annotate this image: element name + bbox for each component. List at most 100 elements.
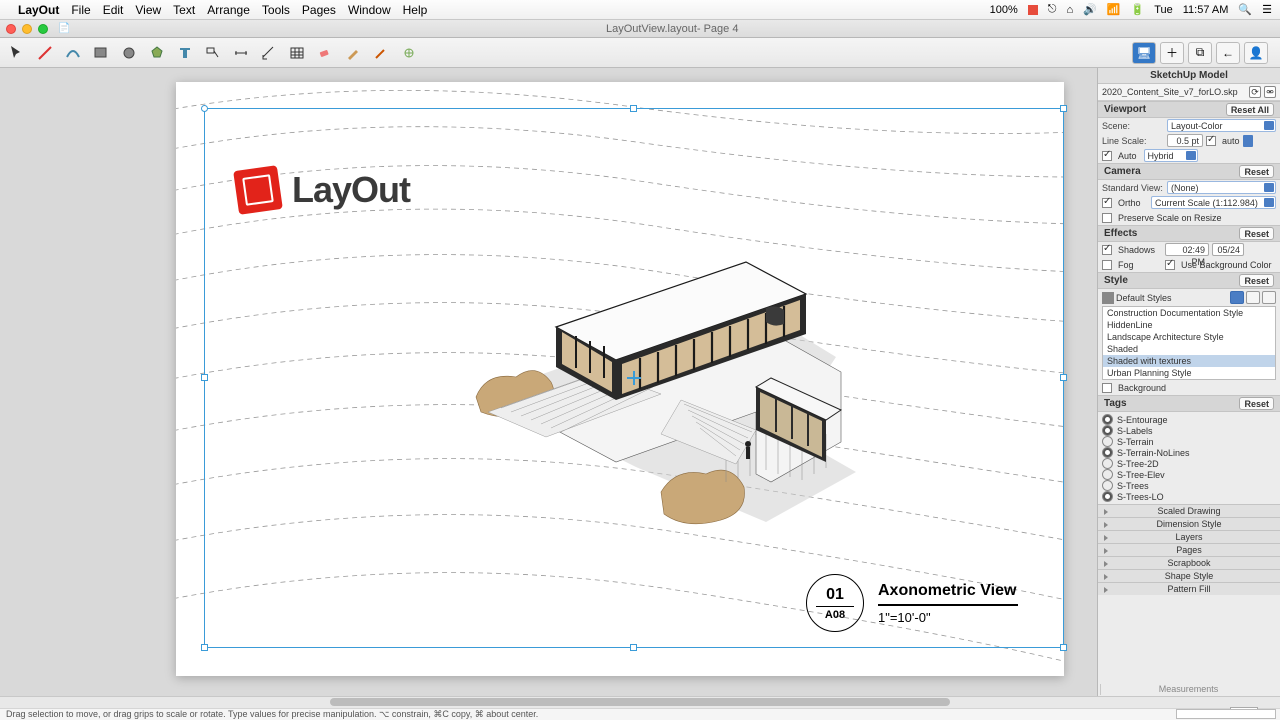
- ortho-scale-dropdown[interactable]: Current Scale (1:112.984): [1151, 196, 1276, 209]
- style-item-selected[interactable]: Shaded with textures: [1103, 355, 1275, 367]
- resize-handle-bc[interactable]: [630, 644, 637, 651]
- menu-text[interactable]: Text: [173, 3, 195, 17]
- style-tool[interactable]: [342, 42, 364, 64]
- menu-file[interactable]: File: [71, 3, 90, 17]
- tag-visibility-toggle[interactable]: [1102, 414, 1113, 425]
- preserve-scale-check[interactable]: [1102, 213, 1112, 223]
- render-mode-dropdown[interactable]: Hybrid: [1144, 149, 1198, 162]
- reload-model-button[interactable]: ⟳: [1249, 86, 1261, 98]
- panel-layers[interactable]: Layers: [1098, 530, 1280, 543]
- effects-section[interactable]: Effects Reset: [1098, 225, 1280, 242]
- panel-pages[interactable]: Pages: [1098, 543, 1280, 556]
- table-tool[interactable]: [286, 42, 308, 64]
- close-window-button[interactable]: [6, 24, 16, 34]
- select-tool[interactable]: [6, 42, 28, 64]
- style-item[interactable]: Landscape Architecture Style: [1103, 331, 1275, 343]
- tag-visibility-toggle[interactable]: [1102, 458, 1113, 469]
- panel-shape-style[interactable]: Shape Style: [1098, 569, 1280, 582]
- tag-visibility-toggle[interactable]: [1102, 469, 1113, 480]
- duplicate-page-button[interactable]: ⧉: [1188, 42, 1212, 64]
- split-tool[interactable]: [370, 42, 392, 64]
- app-name[interactable]: LayOut: [18, 3, 59, 17]
- tag-item[interactable]: S-Trees-LO: [1102, 491, 1276, 502]
- resize-handle-tl[interactable]: [201, 105, 208, 112]
- zoom-window-button[interactable]: [38, 24, 48, 34]
- menu-pages[interactable]: Pages: [302, 3, 336, 17]
- canvas[interactable]: LayOut: [0, 68, 1097, 696]
- panel-scaled-drawing[interactable]: Scaled Drawing: [1098, 504, 1280, 517]
- background-check[interactable]: [1102, 383, 1112, 393]
- selection-center[interactable]: [627, 371, 641, 385]
- menu-edit[interactable]: Edit: [103, 3, 124, 17]
- unlink-model-button[interactable]: ⚮: [1264, 86, 1276, 98]
- tag-visibility-toggle[interactable]: [1102, 436, 1113, 447]
- measurements-field[interactable]: [1176, 709, 1276, 719]
- person-button[interactable]: 👤: [1244, 42, 1268, 64]
- linescale-stepper[interactable]: [1243, 135, 1253, 147]
- viewport-section[interactable]: Viewport Reset All: [1098, 101, 1280, 118]
- effects-reset-button[interactable]: Reset: [1239, 227, 1274, 240]
- style-nav-button[interactable]: [1230, 291, 1244, 304]
- fog-bg-check[interactable]: [1165, 260, 1175, 270]
- style-list-button[interactable]: [1246, 291, 1260, 304]
- eraser-tool[interactable]: [314, 42, 336, 64]
- camera-section[interactable]: Camera Reset: [1098, 163, 1280, 180]
- menu-icon[interactable]: ☰: [1262, 3, 1272, 16]
- line-tool[interactable]: [34, 42, 56, 64]
- label-tool[interactable]: [202, 42, 224, 64]
- tag-item[interactable]: S-Tree-2D: [1102, 458, 1276, 469]
- panel-pattern-fill[interactable]: Pattern Fill: [1098, 582, 1280, 595]
- scroll-thumb[interactable]: [330, 698, 950, 706]
- camera-reset-button[interactable]: Reset: [1239, 165, 1274, 178]
- style-item[interactable]: HiddenLine: [1103, 319, 1275, 331]
- tag-item[interactable]: S-Entourage: [1102, 414, 1276, 425]
- tag-item[interactable]: S-Terrain: [1102, 436, 1276, 447]
- tag-visibility-toggle[interactable]: [1102, 480, 1113, 491]
- shadows-date-field[interactable]: 05/24: [1212, 243, 1244, 256]
- resize-handle-br[interactable]: [1060, 644, 1067, 651]
- linescale-field[interactable]: 0.5 pt: [1167, 134, 1203, 147]
- horizontal-scrollbar[interactable]: Measurements: [0, 696, 1280, 708]
- style-item[interactable]: Construction Documentation Style: [1103, 307, 1275, 319]
- resize-handle-lc[interactable]: [201, 374, 208, 381]
- join-tool[interactable]: [398, 42, 420, 64]
- tag-visibility-toggle[interactable]: [1102, 447, 1113, 458]
- volume-icon[interactable]: 🔊: [1083, 3, 1097, 16]
- menu-window[interactable]: Window: [348, 3, 391, 17]
- status-icon-2[interactable]: ⌂: [1066, 4, 1073, 16]
- clock-day[interactable]: Tue: [1154, 4, 1173, 16]
- polygon-tool[interactable]: [146, 42, 168, 64]
- ortho-check[interactable]: [1102, 198, 1112, 208]
- clock-time[interactable]: 11:57 AM: [1183, 4, 1229, 16]
- style-item[interactable]: Shaded: [1103, 343, 1275, 355]
- viewport-reset-button[interactable]: Reset All: [1226, 103, 1274, 116]
- tag-item[interactable]: S-Labels: [1102, 425, 1276, 436]
- status-icon-1[interactable]: ⎋: [1048, 3, 1057, 16]
- menu-help[interactable]: Help: [403, 3, 428, 17]
- menu-tools[interactable]: Tools: [262, 3, 290, 17]
- circle-tool[interactable]: [118, 42, 140, 64]
- tag-item[interactable]: S-Tree-Elev: [1102, 469, 1276, 480]
- zoom-status[interactable]: 100%: [990, 4, 1018, 16]
- tags-section[interactable]: Tags Reset: [1098, 395, 1280, 412]
- scene-dropdown[interactable]: Layout-Color: [1167, 119, 1276, 132]
- style-section[interactable]: Style Reset: [1098, 272, 1280, 289]
- shadows-time-field[interactable]: 02:49 PM: [1165, 243, 1209, 256]
- menu-view[interactable]: View: [135, 3, 161, 17]
- presentation-button[interactable]: 🖥: [1132, 42, 1156, 64]
- menu-arrange[interactable]: Arrange: [207, 3, 250, 17]
- fog-check[interactable]: [1102, 260, 1112, 270]
- style-grid-button[interactable]: [1262, 291, 1276, 304]
- resize-handle-bl[interactable]: [201, 644, 208, 651]
- resize-handle-tr[interactable]: [1060, 105, 1067, 112]
- battery-icon[interactable]: 🔋: [1131, 3, 1145, 16]
- dimension-tool[interactable]: [230, 42, 252, 64]
- tag-visibility-toggle[interactable]: [1102, 425, 1113, 436]
- tag-item[interactable]: S-Trees: [1102, 480, 1276, 491]
- style-item[interactable]: Urban Planning Style: [1103, 367, 1275, 379]
- arc-tool[interactable]: [62, 42, 84, 64]
- tags-reset-button[interactable]: Reset: [1239, 397, 1274, 410]
- add-page-button[interactable]: ＋: [1160, 42, 1184, 64]
- style-reset-button[interactable]: Reset: [1239, 274, 1274, 287]
- dimension2-tool[interactable]: [258, 42, 280, 64]
